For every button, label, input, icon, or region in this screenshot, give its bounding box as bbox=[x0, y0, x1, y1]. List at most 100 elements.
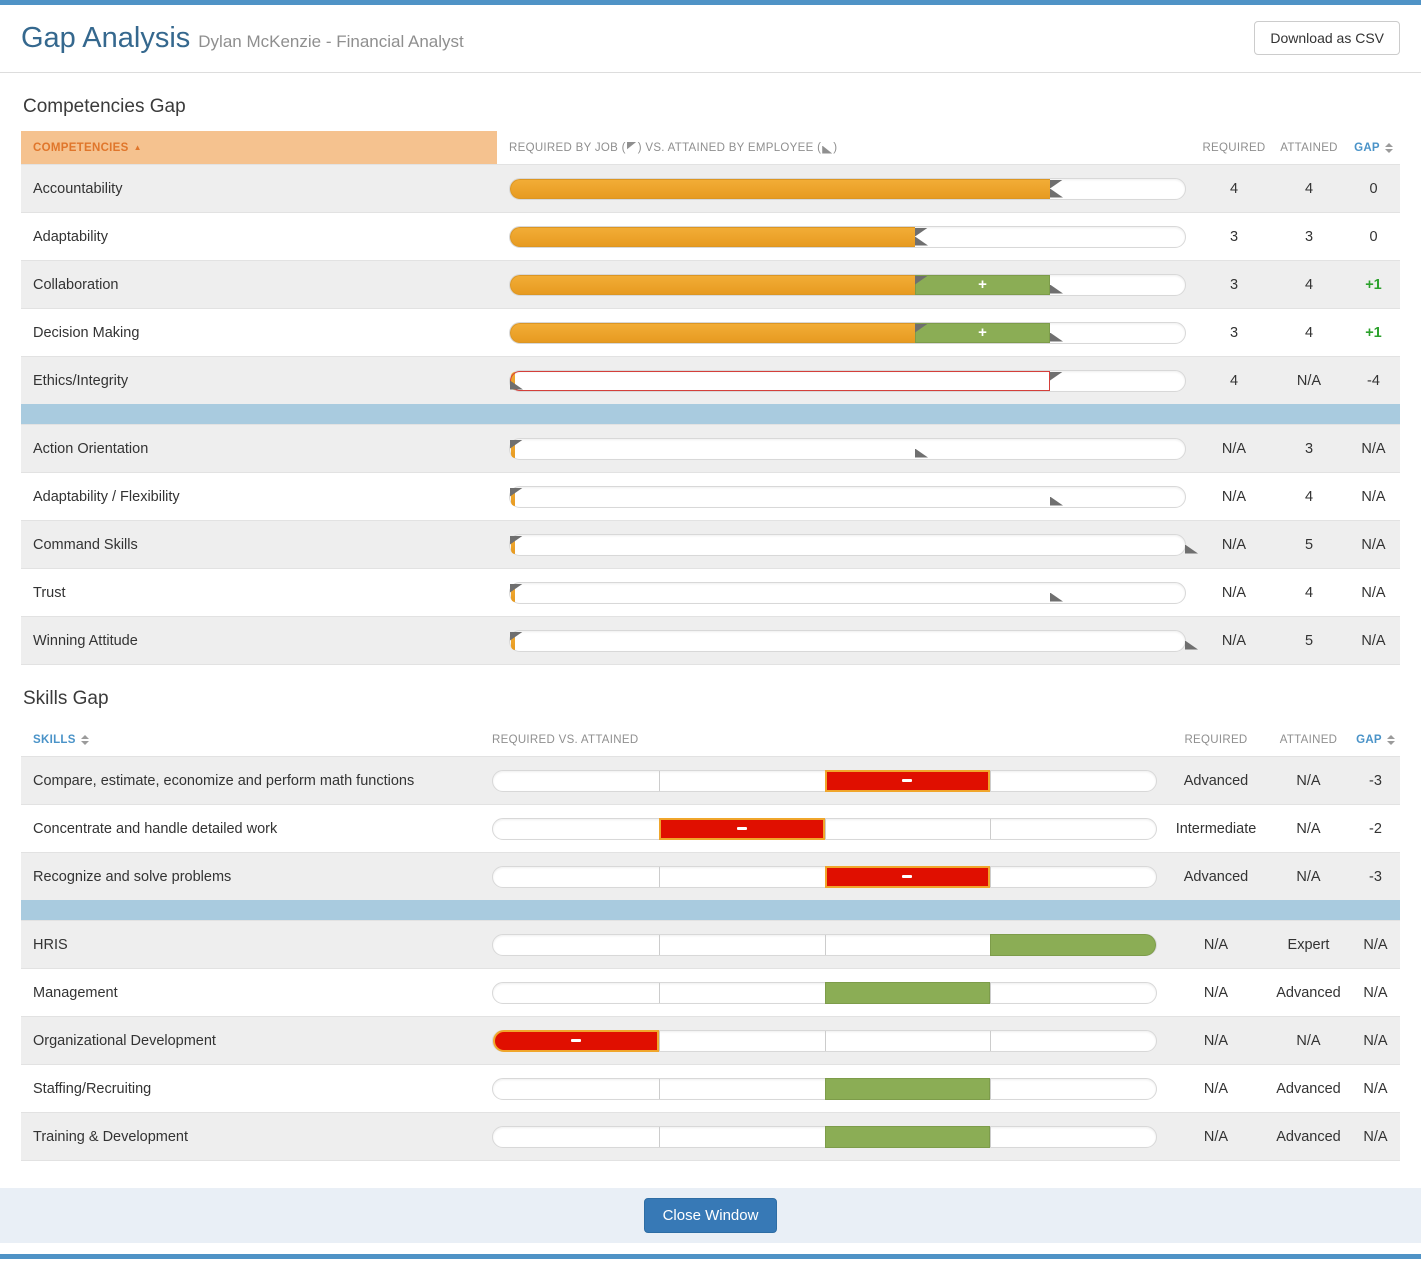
gap-bar-cell bbox=[497, 226, 1197, 248]
minus-symbol bbox=[571, 1039, 581, 1042]
gap-value: N/A bbox=[1347, 537, 1400, 553]
attained-value: 4 bbox=[1271, 325, 1347, 341]
deficit-segment bbox=[659, 818, 825, 840]
gap-bar-track: + bbox=[509, 322, 1186, 344]
skill-label: Compare, estimate, economize and perform… bbox=[21, 773, 481, 789]
skill-label: Staffing/Recruiting bbox=[21, 1081, 481, 1097]
skill-row: Recognize and solve problemsAdvancedN/A-… bbox=[21, 852, 1400, 900]
segment-divider bbox=[990, 771, 991, 791]
attained-value: Advanced bbox=[1266, 1081, 1351, 1097]
attained-marker-icon bbox=[915, 449, 928, 458]
segment-divider bbox=[990, 1127, 991, 1147]
gap-value: -3 bbox=[1351, 869, 1400, 885]
competency-row: Accountability440 bbox=[21, 164, 1400, 212]
column-header-attained: ATTAINED bbox=[1266, 723, 1351, 756]
competency-label: Adaptability bbox=[21, 229, 497, 245]
competency-label: Decision Making bbox=[21, 325, 497, 341]
attained-value: N/A bbox=[1271, 373, 1347, 389]
required-bar-fill bbox=[510, 323, 915, 343]
minus-symbol bbox=[902, 875, 912, 878]
level-bar-track bbox=[492, 770, 1157, 792]
deficit-segment bbox=[825, 770, 991, 792]
attained-value: 4 bbox=[1271, 585, 1347, 601]
gap-bar-track bbox=[509, 226, 1186, 248]
competency-row: Collaboration+34+1 bbox=[21, 260, 1400, 308]
competency-label: Adaptability / Flexibility bbox=[21, 489, 497, 505]
attained-value: N/A bbox=[1266, 821, 1351, 837]
bars-header-text-2: ) VS. ATTAINED BY EMPLOYEE ( bbox=[638, 142, 822, 154]
gap-value: N/A bbox=[1347, 585, 1400, 601]
required-marker-icon bbox=[1050, 372, 1063, 381]
level-bar-track bbox=[492, 982, 1157, 1004]
competency-row: Winning AttitudeN/A5N/A bbox=[21, 616, 1400, 664]
required-value: N/A bbox=[1166, 1033, 1266, 1049]
gap-value: 0 bbox=[1347, 181, 1400, 197]
segment-divider bbox=[659, 983, 660, 1003]
competency-row: Decision Making+34+1 bbox=[21, 308, 1400, 356]
skills-section-title: Skills Gap bbox=[23, 688, 1400, 710]
competency-label: Winning Attitude bbox=[21, 633, 497, 649]
required-value: N/A bbox=[1197, 585, 1271, 601]
page-header: Gap AnalysisDylan McKenzie - Financial A… bbox=[0, 5, 1421, 73]
plus-symbol: + bbox=[978, 277, 987, 292]
section-separator bbox=[21, 900, 1400, 920]
column-header-skills[interactable]: SKILLS bbox=[21, 723, 481, 756]
competencies-section: Competencies Gap COMPETENCIES ▲ REQUIRED… bbox=[21, 96, 1400, 665]
download-csv-button[interactable]: Download as CSV bbox=[1254, 21, 1400, 55]
gap-value: +1 bbox=[1347, 277, 1400, 293]
gap-bar-cell bbox=[481, 1030, 1166, 1052]
gap-value: 0 bbox=[1347, 229, 1400, 245]
skills-table-header: SKILLS REQUIRED VS. ATTAINED REQUIRED AT… bbox=[21, 723, 1400, 756]
gap-bar-track bbox=[509, 534, 1186, 556]
gap-bar-track bbox=[509, 370, 1186, 392]
attained-value: 4 bbox=[1271, 181, 1347, 197]
required-value: N/A bbox=[1197, 489, 1271, 505]
minus-symbol bbox=[902, 779, 912, 782]
gap-bar-track bbox=[509, 438, 1186, 460]
column-header-competencies-label: COMPETENCIES bbox=[33, 142, 129, 154]
required-value: N/A bbox=[1197, 441, 1271, 457]
required-value: Advanced bbox=[1166, 869, 1266, 885]
attained-segment bbox=[825, 982, 991, 1004]
column-header-gap[interactable]: GAP bbox=[1347, 131, 1400, 164]
gap-value: -3 bbox=[1351, 773, 1400, 789]
attained-value: Advanced bbox=[1266, 1129, 1351, 1145]
required-bar-fill bbox=[510, 227, 915, 247]
required-bar-fill bbox=[510, 179, 1050, 199]
skill-row: Organizational DevelopmentN/AN/AN/A bbox=[21, 1016, 1400, 1064]
segment-divider bbox=[659, 1079, 660, 1099]
column-header-competencies[interactable]: COMPETENCIES ▲ bbox=[21, 131, 497, 164]
competencies-table: COMPETENCIES ▲ REQUIRED BY JOB () VS. AT… bbox=[21, 131, 1400, 665]
gap-value: -4 bbox=[1347, 373, 1400, 389]
competencies-table-header: COMPETENCIES ▲ REQUIRED BY JOB () VS. AT… bbox=[21, 131, 1400, 164]
attained-value: 5 bbox=[1271, 633, 1347, 649]
gap-value: N/A bbox=[1351, 1129, 1400, 1145]
competency-label: Collaboration bbox=[21, 277, 497, 293]
skill-row: ManagementN/AAdvancedN/A bbox=[21, 968, 1400, 1016]
gap-bar-cell bbox=[481, 934, 1166, 956]
gap-bar-cell bbox=[481, 1126, 1166, 1148]
attained-value: 3 bbox=[1271, 229, 1347, 245]
segment-divider bbox=[825, 935, 826, 955]
required-value: N/A bbox=[1166, 1081, 1266, 1097]
gap-value: N/A bbox=[1351, 985, 1400, 1001]
close-window-button[interactable]: Close Window bbox=[644, 1198, 778, 1233]
competency-label: Action Orientation bbox=[21, 441, 497, 457]
segment-divider bbox=[990, 1079, 991, 1099]
required-value: N/A bbox=[1197, 537, 1271, 553]
gap-bar-cell: + bbox=[497, 322, 1197, 344]
gap-bar-cell bbox=[497, 178, 1197, 200]
skill-label: Training & Development bbox=[21, 1129, 481, 1145]
segment-divider bbox=[659, 935, 660, 955]
gap-value: +1 bbox=[1347, 325, 1400, 341]
attained-value: N/A bbox=[1266, 869, 1351, 885]
gap-bar-cell bbox=[481, 866, 1166, 888]
level-bar-track bbox=[492, 818, 1157, 840]
column-header-gap[interactable]: GAP bbox=[1351, 723, 1400, 756]
segment-divider bbox=[659, 771, 660, 791]
gap-bar-cell: + bbox=[497, 274, 1197, 296]
attained-marker-icon bbox=[1050, 333, 1063, 342]
column-header-skills-label: SKILLS bbox=[33, 734, 76, 746]
skills-rows: Compare, estimate, economize and perform… bbox=[21, 756, 1400, 1160]
skills-table: SKILLS REQUIRED VS. ATTAINED REQUIRED AT… bbox=[21, 723, 1400, 1161]
